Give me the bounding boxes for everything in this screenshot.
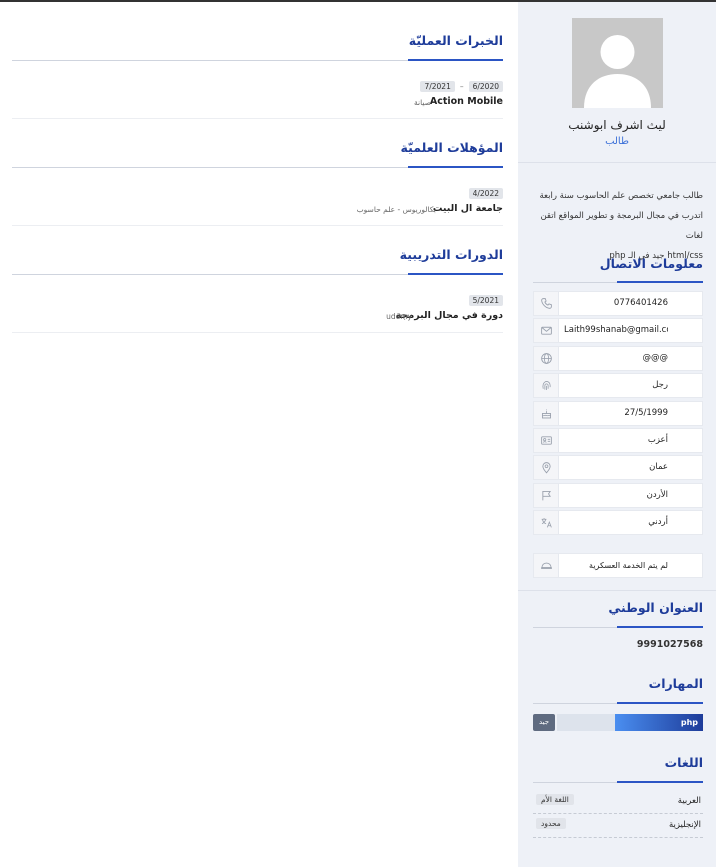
language-level: محدود <box>536 818 566 829</box>
section-rule <box>12 273 503 275</box>
contact-value: Laith99shanab@gmail.com <box>564 325 668 336</box>
national-address-title: العنوان الوطني <box>608 600 703 615</box>
entry-date: 4/2022 <box>468 188 503 199</box>
contact-value: 27/5/1999 <box>624 407 668 418</box>
contact-value: 0776401426 <box>613 298 668 308</box>
profile-role: طالب <box>605 136 629 147</box>
date-separator: – <box>459 82 464 91</box>
languages-list: العربية اللغة الأم الإنجليزية محدود <box>533 792 703 840</box>
divider <box>518 162 716 163</box>
education-title: المؤهلات العلميّة <box>400 140 503 155</box>
fingerprint-icon <box>534 374 559 398</box>
skills-title: المهارات <box>648 676 703 691</box>
military-value: لم يتم الخدمة العسكرية <box>589 561 668 570</box>
contact-value: أردني <box>648 517 668 528</box>
courses-title: الدورات التدريبية <box>399 247 503 262</box>
experience-entry: 6/2020 – 7/2021 Action Mobile صيانة <box>12 81 503 119</box>
sidebar: ليث اشرف ابوشنب طالب طالب جامعي تخصص علم… <box>518 2 716 867</box>
contact-website: @@@ <box>533 345 703 371</box>
entry-subtitle: صيانة <box>413 98 431 107</box>
location-pin-icon <box>534 456 559 480</box>
contact-birthdate: 27/5/1999 <box>533 400 703 426</box>
contact-title: معلومات الاتصال <box>599 256 703 271</box>
language-level: اللغة الأم <box>536 794 574 805</box>
contact-nationality: أردني <box>533 510 703 536</box>
id-card-icon <box>534 428 559 452</box>
skill-level: جيد <box>533 714 555 731</box>
course-entry: 5/2021 دورة في مجال البرمجة udemy <box>12 295 503 333</box>
main-content: الخبرات العمليّة 6/2020 – 7/2021 Action … <box>12 2 503 867</box>
about-text: طالب جامعي تخصص علم الحاسوب سنة رابعة ات… <box>535 186 703 266</box>
education-entry: 4/2022 جامعة ال البيت بكالوريوس - علم حا… <box>12 188 503 226</box>
entry-title: Action Mobile <box>429 96 503 107</box>
experience-title: الخبرات العمليّة <box>408 33 503 48</box>
section-rule <box>12 59 503 61</box>
contact-country: الأردن <box>533 482 703 508</box>
contact-city: عمان <box>533 455 703 481</box>
language-item: الإنجليزية محدود <box>533 816 703 838</box>
divider <box>518 590 716 591</box>
contact-value: رجل <box>652 380 668 391</box>
section-rule <box>533 702 703 704</box>
skill-bar: جيد php <box>533 714 703 731</box>
contact-marital-status: أعزب <box>533 427 703 453</box>
section-rule <box>533 626 703 628</box>
entry-date: 5/2021 <box>468 295 503 306</box>
languages-title: اللغات <box>664 755 703 770</box>
phone-icon <box>534 292 559 315</box>
contact-value: عمان <box>649 462 668 473</box>
language-name: الإنجليزية <box>668 820 701 830</box>
national-address-value: 9991027568 <box>636 639 703 650</box>
profile-photo <box>572 18 663 108</box>
email-icon <box>534 319 559 343</box>
contact-list: 0776401426 Laith99shanab@gmail.com @@@ ر… <box>533 291 703 538</box>
date-range: 5/2021 <box>468 295 503 306</box>
date-range: 6/2020 – 7/2021 <box>420 81 503 92</box>
skill-name: php <box>680 718 698 727</box>
profile-name: ليث اشرف ابوشنب <box>568 118 666 132</box>
about-line: طالب جامعي تخصص علم الحاسوب سنة رابعة <box>539 191 703 201</box>
globe-icon <box>534 346 559 370</box>
birthday-cake-icon <box>534 401 559 425</box>
language-name: العربية <box>677 796 701 806</box>
entry-subtitle: بكالوريوس - علم حاسوب <box>356 205 436 214</box>
entry-subtitle: udemy <box>386 312 412 321</box>
contact-phone: 0776401426 <box>533 291 703 316</box>
contact-gender: رجل <box>533 373 703 399</box>
flag-icon <box>534 483 559 507</box>
start-date: 6/2020 <box>468 81 503 92</box>
language-item: العربية اللغة الأم <box>533 792 703 814</box>
contact-value: @@@ <box>642 352 669 363</box>
section-rule <box>533 781 703 783</box>
contact-email: Laith99shanab@gmail.com <box>533 318 703 344</box>
about-line: اتدرب في مجال البرمجة و تطوير المواقع ات… <box>540 211 703 241</box>
date-range: 4/2022 <box>468 188 503 199</box>
military-cap-icon <box>534 554 559 577</box>
military-service: لم يتم الخدمة العسكرية <box>533 553 703 578</box>
section-rule <box>533 281 703 283</box>
end-date: 7/2021 <box>420 81 455 92</box>
avatar-placeholder-icon <box>572 18 663 108</box>
contact-value: الأردن <box>646 489 668 500</box>
translate-icon <box>534 511 559 535</box>
contact-value: أعزب <box>647 434 668 445</box>
section-rule <box>12 166 503 168</box>
entry-title: جامعة ال البيت <box>432 203 503 214</box>
